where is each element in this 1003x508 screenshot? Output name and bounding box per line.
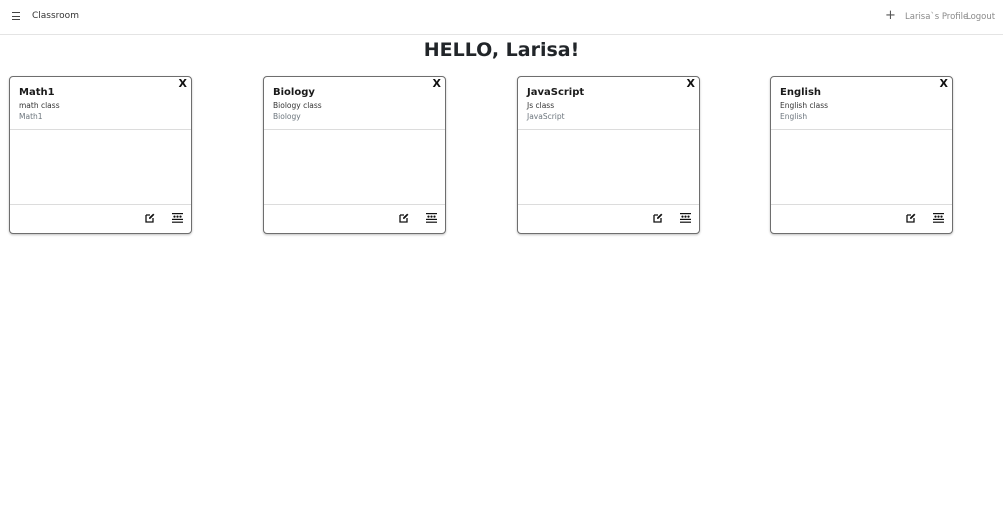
delete-class-close-icon[interactable]: X	[687, 77, 695, 91]
card-description: Js class	[527, 101, 555, 110]
card-header: English English class English	[771, 77, 952, 130]
edit-icon[interactable]	[399, 213, 409, 223]
class-card-biology: Biology Biology class Biology X	[263, 76, 446, 234]
card-subject: JavaScript	[527, 112, 565, 121]
card-title[interactable]: Math1	[19, 87, 55, 98]
card-description: math class	[19, 101, 60, 110]
card-title[interactable]: English	[780, 87, 821, 98]
card-subject: English	[780, 112, 808, 121]
card-header: Math1 math class Math1	[10, 77, 191, 130]
card-subject: Biology	[273, 112, 301, 121]
card-description: English class	[780, 101, 829, 110]
card-footer	[771, 204, 952, 233]
card-footer	[264, 204, 445, 233]
delete-class-close-icon[interactable]: X	[940, 77, 948, 91]
greeting-heading: HELLO, Larisa!	[423, 39, 580, 61]
people-icon[interactable]	[172, 213, 183, 223]
delete-class-close-icon[interactable]: X	[179, 77, 187, 91]
add-class-plus-icon[interactable]: +	[885, 9, 896, 22]
edit-icon[interactable]	[653, 213, 663, 223]
people-icon[interactable]	[680, 213, 691, 223]
edit-icon[interactable]	[906, 213, 916, 223]
brand-link[interactable]: Classroom	[32, 11, 79, 21]
card-footer	[10, 204, 191, 233]
class-card-math1: Math1 math class Math1 X	[9, 76, 192, 234]
profile-link[interactable]: Larisa`s Profile	[905, 12, 968, 22]
card-title[interactable]: JavaScript	[527, 87, 584, 98]
class-card-javascript: JavaScript Js class JavaScript X	[517, 76, 700, 234]
people-icon[interactable]	[933, 213, 944, 223]
card-header: Biology Biology class Biology	[264, 77, 445, 130]
class-card-english: English English class English X	[770, 76, 953, 234]
people-icon[interactable]	[426, 213, 437, 223]
navbar: Classroom + Larisa`s Profile Logout	[0, 0, 1003, 35]
card-subject: Math1	[19, 112, 43, 121]
logout-link[interactable]: Logout	[966, 12, 995, 22]
hamburger-menu-icon[interactable]	[12, 11, 21, 21]
card-title[interactable]: Biology	[273, 87, 315, 98]
card-header: JavaScript Js class JavaScript	[518, 77, 699, 130]
card-footer	[518, 204, 699, 233]
delete-class-close-icon[interactable]: X	[433, 77, 441, 91]
edit-icon[interactable]	[145, 213, 155, 223]
card-description: Biology class	[273, 101, 322, 110]
